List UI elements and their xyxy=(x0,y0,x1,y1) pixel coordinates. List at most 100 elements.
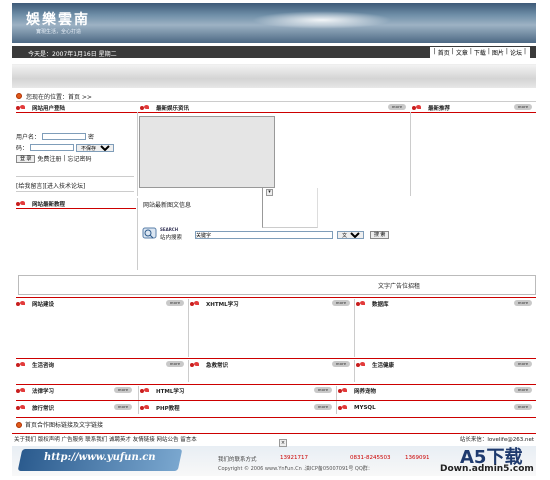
flower-icon xyxy=(356,361,366,368)
search-input[interactable] xyxy=(195,231,333,239)
section-health-knowledge-header: 急救常识 more xyxy=(190,360,354,369)
section-xhtml-header: XHTML学习 more xyxy=(190,299,354,308)
password-input[interactable] xyxy=(30,144,75,151)
flower-icon xyxy=(16,361,26,368)
save-select[interactable]: 不保存 xyxy=(76,143,115,152)
section-pet-header: 网养宠物 more xyxy=(338,386,536,395)
section-travel-header: 旅行常识 more xyxy=(16,403,136,412)
divider xyxy=(16,358,536,359)
breadcrumb-text: 您现在的位置：首页 >> xyxy=(26,93,92,101)
divider xyxy=(16,400,536,401)
divider xyxy=(16,384,536,385)
section-life-consult-header: 生活咨询 more xyxy=(16,360,188,369)
site-logo-subtitle: 實現生活，全心打造 xyxy=(36,29,82,35)
login-button[interactable]: 登 录 xyxy=(16,154,36,163)
divider xyxy=(16,191,134,192)
footer-phone: 13921717 xyxy=(280,455,308,461)
flower-icon xyxy=(190,300,200,307)
flower-icon xyxy=(338,404,348,411)
section-news-header: 最新娱乐资讯 more xyxy=(140,103,410,112)
footer-contact[interactable]: 站长来信：lovelife@263.net xyxy=(460,435,534,443)
top-nav: | 首页 | 文章 | 下载 | 图片 | 论坛 | xyxy=(429,47,530,58)
links-icon xyxy=(16,421,22,428)
section-login-header: 网站用户登陆 xyxy=(16,103,136,112)
more-button[interactable]: more xyxy=(388,104,406,110)
tutorial-text: 网站最新图文信息 xyxy=(143,202,192,209)
flower-icon xyxy=(412,104,422,111)
more-button[interactable]: more xyxy=(166,300,184,306)
more-button[interactable]: more xyxy=(314,404,332,410)
divider xyxy=(188,299,189,357)
dropdown-arrow-icon[interactable]: ▾ xyxy=(266,189,273,196)
section-mysql-header: MYSQL more xyxy=(338,403,536,412)
links-section: 首页合作图标链接及文字链接 xyxy=(16,417,536,429)
section-tutorial-header: 网站最新教程 xyxy=(16,199,136,208)
watermark-site: Down.admin5.com xyxy=(440,464,534,474)
more-button[interactable]: more xyxy=(514,361,532,367)
search-icon xyxy=(142,227,157,239)
ad-text: 文字广告位招租 xyxy=(378,283,421,290)
more-button[interactable]: more xyxy=(166,361,184,367)
more-button[interactable]: more xyxy=(514,387,532,393)
divider xyxy=(410,112,411,196)
search-button[interactable]: 搜 索 xyxy=(370,231,390,239)
breadcrumb: 您现在的位置：首页 >> xyxy=(16,91,536,102)
more-button[interactable]: more xyxy=(514,300,532,306)
divider xyxy=(16,297,536,298)
more-button[interactable]: more xyxy=(332,361,350,367)
divider xyxy=(16,176,134,177)
footer-phone2: 0831-8245503 xyxy=(350,455,391,461)
footer-links[interactable]: 关于我们 版权声明 广告服务 联系我们 诚聘英才 友情链接 网站公告 留言本 xyxy=(14,435,197,443)
top-bar: 今天是：2007年1月16日 星期二 | 首页 | 文章 | 下载 | 图片 | 论坛 | xyxy=(12,46,536,58)
flower-icon xyxy=(16,104,26,111)
flower-icon xyxy=(338,387,348,394)
forgot-password-link[interactable]: 忘记密码 xyxy=(67,154,91,163)
location-icon xyxy=(16,93,22,99)
search-icon-label: SEARCH xyxy=(160,227,179,232)
more-button[interactable]: more xyxy=(314,387,332,393)
password-label-b: 码： xyxy=(16,145,29,152)
section-html-header: HTML学习 more xyxy=(140,386,336,395)
footer-copyright: Copyright © 2006 www.YnFun.Cn .滇ICP备0500… xyxy=(218,466,373,472)
search-scope-select[interactable]: 文章 xyxy=(337,231,364,239)
footer-phone3: 1369091 xyxy=(405,455,430,461)
section-php-header: PHP教程 more xyxy=(140,403,336,412)
more-button[interactable]: more xyxy=(514,404,532,410)
footer-contact-label: 我们的联系方式 xyxy=(218,457,257,463)
menu-bar xyxy=(12,64,536,88)
divider xyxy=(16,208,136,209)
forum-link[interactable]: [给我留言][进入技术论坛] xyxy=(16,181,85,190)
divider xyxy=(137,112,138,196)
more-button[interactable]: more xyxy=(114,387,132,393)
section-law-header: 法律学习 more xyxy=(16,386,136,395)
flower-icon xyxy=(16,387,26,394)
divider xyxy=(354,360,355,382)
flower-icon xyxy=(140,104,150,111)
register-link[interactable]: 免费注册 xyxy=(37,154,61,163)
nav-home[interactable]: 首页 xyxy=(438,48,450,57)
divider xyxy=(16,112,536,113)
nav-downloads[interactable]: 下载 xyxy=(474,48,486,57)
section-recommend-header: 最新推荐 more xyxy=(412,103,536,112)
section-web-header: 网站建设 more xyxy=(16,299,188,308)
flower-icon xyxy=(140,387,150,394)
username-input[interactable] xyxy=(42,133,87,140)
more-button[interactable]: more xyxy=(514,104,532,110)
header-banner xyxy=(12,3,536,43)
divider xyxy=(188,360,189,382)
close-icon[interactable]: × xyxy=(279,439,287,447)
nav-articles[interactable]: 文章 xyxy=(456,48,468,57)
ad-box xyxy=(18,275,536,295)
flower-icon xyxy=(356,300,366,307)
nav-images[interactable]: 图片 xyxy=(492,48,504,57)
nav-forum[interactable]: 论坛 xyxy=(510,48,522,57)
section-db-header: 数据库 more xyxy=(356,299,536,308)
password-label: 密 xyxy=(88,134,95,141)
flower-icon xyxy=(16,300,26,307)
footer-logo-text: http://www.yufun.cn xyxy=(44,452,156,463)
username-label: 用户名： xyxy=(16,134,41,141)
more-button[interactable]: more xyxy=(332,300,350,306)
links-label: 首页合作图标链接及文字链接 xyxy=(25,422,104,429)
date-text: 今天是：2007年1月16日 星期二 xyxy=(28,51,117,58)
more-button[interactable]: more xyxy=(114,404,132,410)
